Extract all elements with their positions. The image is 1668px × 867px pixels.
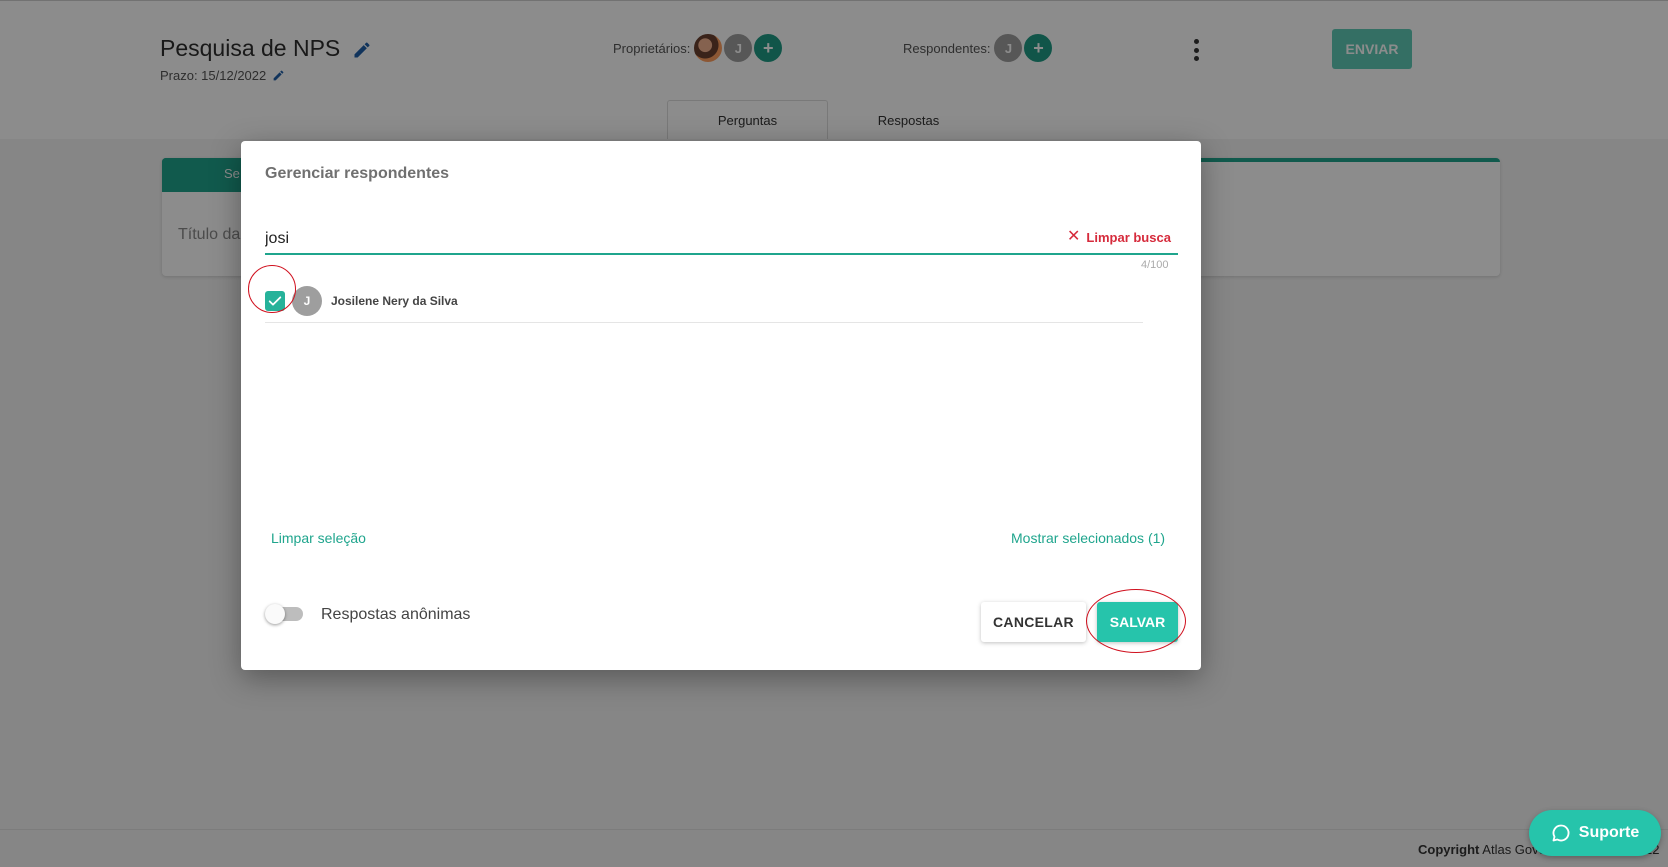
manage-respondents-dialog: Gerenciar respondentes ✕ Limpar busca 4/… <box>241 141 1201 670</box>
search-input[interactable] <box>265 225 1178 255</box>
show-selected-link[interactable]: Mostrar selecionados (1) <box>1011 530 1165 546</box>
support-label: Suporte <box>1578 824 1640 841</box>
clear-search-button[interactable]: ✕ Limpar busca <box>1067 229 1171 245</box>
clear-selection-link[interactable]: Limpar seleção <box>271 530 366 546</box>
anonymous-responses-label: Respostas anônimas <box>321 606 471 623</box>
chat-bubble-icon <box>1552 824 1570 842</box>
clear-search-label: Limpar busca <box>1086 229 1171 245</box>
close-icon: ✕ <box>1067 228 1081 245</box>
respondent-name: Josilene Nery da Silva <box>331 293 458 308</box>
support-button[interactable]: Suporte <box>1529 810 1661 856</box>
list-item[interactable]: J Josilene Nery da Silva <box>265 279 1143 323</box>
cancel-button[interactable]: CANCELAR <box>981 602 1086 642</box>
annotation-circle-save <box>1086 589 1186 653</box>
anonymous-responses-toggle[interactable] <box>265 604 303 624</box>
character-counter: 4/100 <box>1141 259 1169 271</box>
respondent-avatar: J <box>292 285 322 316</box>
annotation-circle-checkbox <box>248 265 296 313</box>
dialog-title: Gerenciar respondentes <box>265 165 450 182</box>
